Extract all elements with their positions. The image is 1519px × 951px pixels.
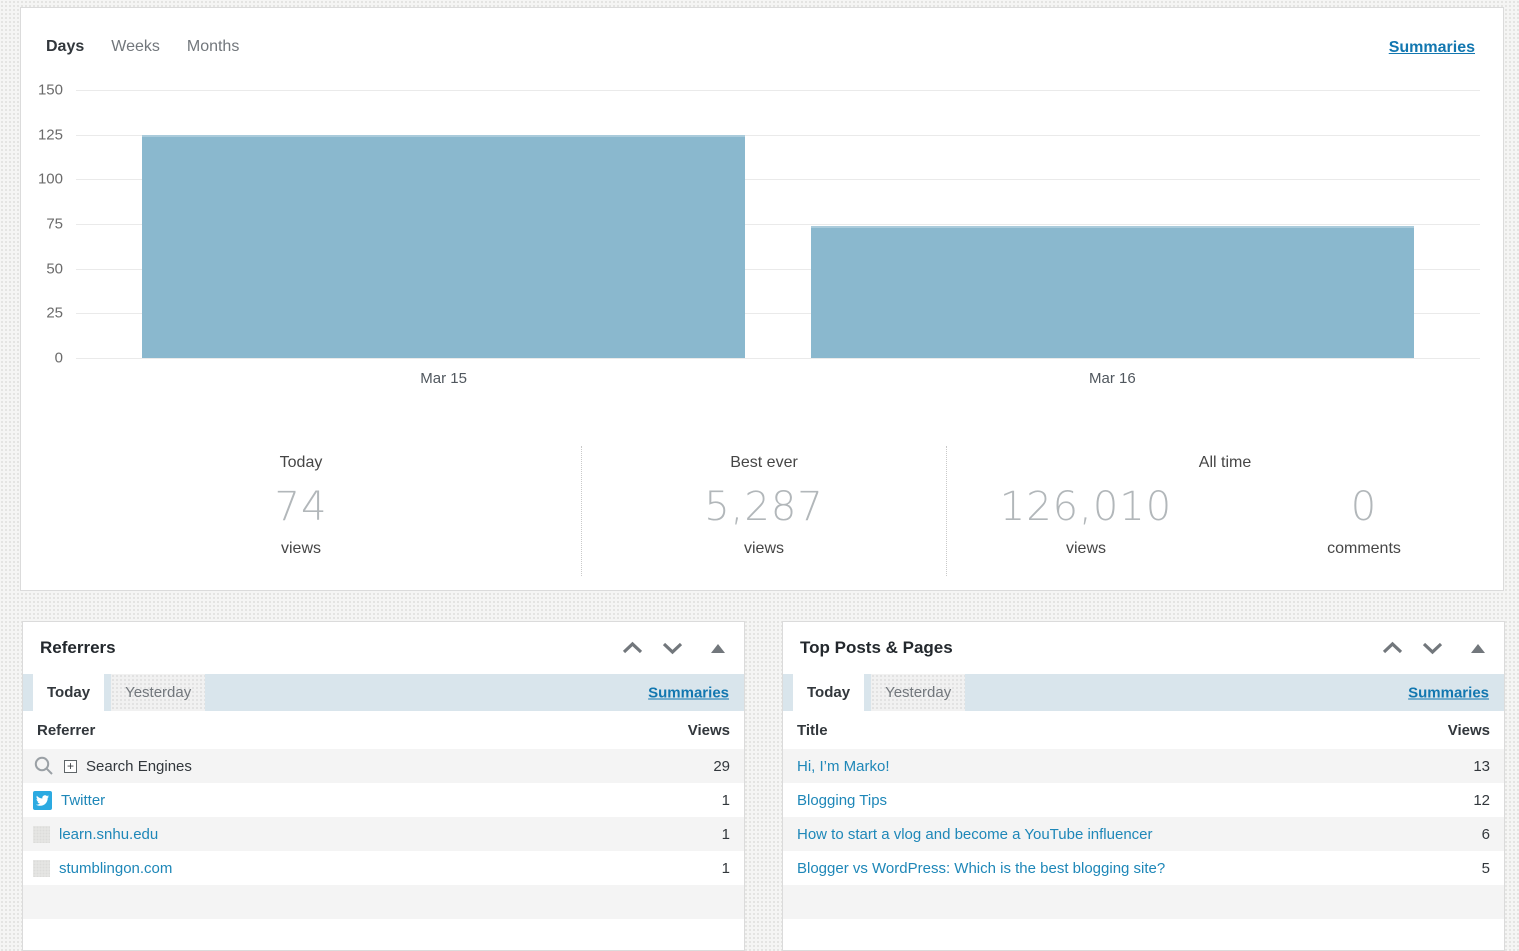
views-count: 5 bbox=[1482, 860, 1490, 877]
referrer-row-learn-snhu: learn.snhu.edu 1 bbox=[23, 817, 744, 851]
x-axis-label: Mar 16 bbox=[811, 370, 1413, 387]
referrer-link[interactable]: Twitter bbox=[61, 792, 105, 809]
chart-bar-mar-15[interactable] bbox=[142, 135, 744, 358]
summary-alltime-comments-value: 0 bbox=[1225, 484, 1503, 530]
summary-today: Today 74 views bbox=[21, 446, 581, 576]
top-posts-title: Top Posts & Pages bbox=[800, 638, 953, 658]
post-row: Hi, I’m Marko! 13 bbox=[783, 749, 1504, 783]
chart-bar-mar-16[interactable] bbox=[811, 226, 1413, 358]
views-count: 13 bbox=[1473, 758, 1490, 775]
views-column-header: Views bbox=[688, 722, 730, 739]
referrer-row-stumblingon: stumblingon.com 1 bbox=[23, 851, 744, 885]
post-row: How to start a vlog and become a YouTube… bbox=[783, 817, 1504, 851]
views-count: 1 bbox=[722, 826, 730, 843]
chart-plot: 1501251007550250Mar 15Mar 16 bbox=[76, 90, 1480, 358]
move-up-icon[interactable] bbox=[1381, 641, 1404, 655]
chart-gridline bbox=[76, 358, 1480, 359]
y-axis-tick-label: 0 bbox=[55, 350, 63, 367]
post-link[interactable]: Blogging Tips bbox=[797, 792, 887, 809]
summary-best-unit: views bbox=[582, 540, 946, 558]
top-posts-table-header: Title Views bbox=[783, 711, 1504, 749]
chart-period-tabs: Days Weeks Months bbox=[46, 38, 239, 56]
summary-all-time: All time 126,010 views 0 comments bbox=[946, 446, 1503, 576]
top-posts-summaries-link[interactable]: Summaries bbox=[1408, 684, 1489, 701]
summary-today-unit: views bbox=[21, 540, 581, 558]
y-axis-tick-label: 125 bbox=[38, 126, 63, 143]
views-column-header: Views bbox=[1448, 722, 1490, 739]
summary-today-label: Today bbox=[21, 454, 581, 472]
referrer-row-twitter: Twitter 1 bbox=[23, 783, 744, 817]
tab-days[interactable]: Days bbox=[46, 38, 84, 56]
summary-best-ever: Best ever 5,287 views bbox=[581, 446, 946, 576]
referrers-summaries-link[interactable]: Summaries bbox=[648, 684, 729, 701]
top-posts-module: Top Posts & Pages Today Yesterday Summar… bbox=[782, 621, 1505, 951]
referrers-title: Referrers bbox=[40, 638, 116, 658]
move-down-icon[interactable] bbox=[661, 641, 684, 655]
views-count: 6 bbox=[1482, 826, 1490, 843]
stats-chart-panel: Days Weeks Months Summaries 150125100755… bbox=[20, 7, 1504, 591]
summary-alltime-views-unit: views bbox=[947, 540, 1225, 558]
referrer-link[interactable]: stumblingon.com bbox=[59, 860, 172, 877]
views-count: 12 bbox=[1473, 792, 1490, 809]
post-row-clipped bbox=[783, 885, 1504, 919]
top-posts-tab-yesterday[interactable]: Yesterday bbox=[871, 674, 965, 711]
post-link[interactable]: How to start a vlog and become a YouTube… bbox=[797, 826, 1153, 843]
x-axis-label: Mar 15 bbox=[142, 370, 744, 387]
top-posts-tab-today[interactable]: Today bbox=[793, 674, 864, 711]
search-icon bbox=[33, 755, 55, 777]
referrers-table-header: Referrer Views bbox=[23, 711, 744, 749]
chart-bars: Mar 15Mar 16 bbox=[76, 90, 1480, 358]
summary-alltime-label: All time bbox=[947, 454, 1503, 472]
y-axis-tick-label: 75 bbox=[46, 216, 63, 233]
referrer-name[interactable]: Search Engines bbox=[86, 758, 192, 775]
y-axis-tick-label: 25 bbox=[46, 305, 63, 322]
referrers-tabbar: Today Yesterday Summaries bbox=[23, 674, 744, 711]
summary-alltime-views-value: 126,010 bbox=[947, 484, 1225, 530]
views-count: 1 bbox=[722, 792, 730, 809]
summary-best-value: 5,287 bbox=[582, 484, 946, 530]
referrers-tab-today[interactable]: Today bbox=[33, 674, 104, 711]
tab-months[interactable]: Months bbox=[187, 38, 239, 56]
collapse-icon[interactable] bbox=[1471, 644, 1485, 653]
post-row: Blogging Tips 12 bbox=[783, 783, 1504, 817]
tab-weeks[interactable]: Weeks bbox=[111, 38, 160, 56]
referrers-module: Referrers Today Yesterday Summaries Refe… bbox=[22, 621, 745, 951]
summary-best-label: Best ever bbox=[582, 454, 946, 472]
referrers-tab-yesterday[interactable]: Yesterday bbox=[111, 674, 205, 711]
views-count: 1 bbox=[722, 860, 730, 877]
favicon-placeholder-icon bbox=[33, 826, 50, 843]
y-axis-tick-label: 100 bbox=[38, 171, 63, 188]
chart-summaries-link[interactable]: Summaries bbox=[1389, 39, 1475, 57]
collapse-icon[interactable] bbox=[711, 644, 725, 653]
top-posts-tabbar: Today Yesterday Summaries bbox=[783, 674, 1504, 711]
twitter-icon bbox=[33, 791, 52, 810]
referrer-row-clipped bbox=[23, 885, 744, 919]
y-axis-tick-label: 150 bbox=[38, 82, 63, 99]
title-column-header: Title bbox=[797, 722, 828, 739]
referrer-row-search-engines: + Search Engines 29 bbox=[23, 749, 744, 783]
chart-bar-column: Mar 15 bbox=[142, 90, 744, 358]
summary-row: Today 74 views Best ever 5,287 views All… bbox=[21, 446, 1503, 576]
expand-icon[interactable]: + bbox=[64, 760, 77, 773]
post-row: Blogger vs WordPress: Which is the best … bbox=[783, 851, 1504, 885]
summary-alltime-views: 126,010 views bbox=[947, 472, 1225, 558]
referrer-link[interactable]: learn.snhu.edu bbox=[59, 826, 158, 843]
move-up-icon[interactable] bbox=[621, 641, 644, 655]
post-link[interactable]: Blogger vs WordPress: Which is the best … bbox=[797, 860, 1165, 877]
referrer-column-header: Referrer bbox=[37, 722, 95, 739]
y-axis-tick-label: 50 bbox=[46, 260, 63, 277]
views-count: 29 bbox=[713, 758, 730, 775]
summary-today-value: 74 bbox=[21, 484, 581, 530]
summary-alltime-comments-unit: comments bbox=[1225, 540, 1503, 558]
post-link[interactable]: Hi, I’m Marko! bbox=[797, 758, 890, 775]
move-down-icon[interactable] bbox=[1421, 641, 1444, 655]
summary-alltime-comments: 0 comments bbox=[1225, 472, 1503, 558]
favicon-placeholder-icon bbox=[33, 860, 50, 877]
chart-bar-column: Mar 16 bbox=[811, 90, 1413, 358]
